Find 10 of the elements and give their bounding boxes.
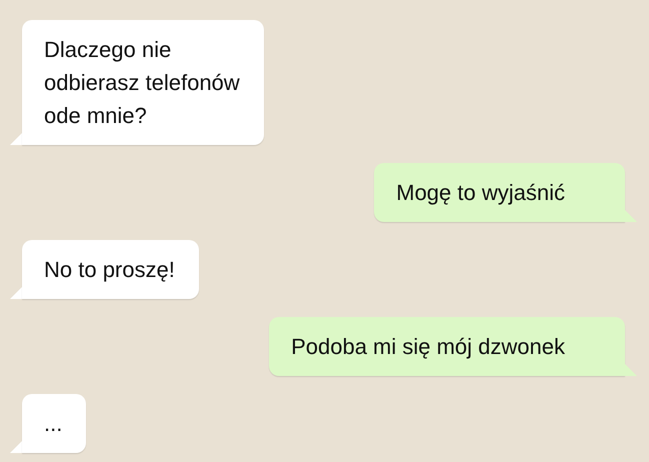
bubble-tail xyxy=(625,210,637,222)
message-bubble: Mogę to wyjaśnić xyxy=(374,163,625,222)
bubble-tail xyxy=(10,133,22,145)
message-bubble: Podoba mi się mój dzwonek xyxy=(269,317,625,376)
message-bubble: Dlaczego nie odbierasz telefonów ode mnie? xyxy=(22,20,264,145)
bubble-tail xyxy=(10,287,22,299)
bubble-tail xyxy=(625,364,637,376)
message-bubble: ... xyxy=(22,394,86,453)
bubble-tail xyxy=(10,441,22,453)
message-bubble: No to proszę! xyxy=(22,240,199,299)
